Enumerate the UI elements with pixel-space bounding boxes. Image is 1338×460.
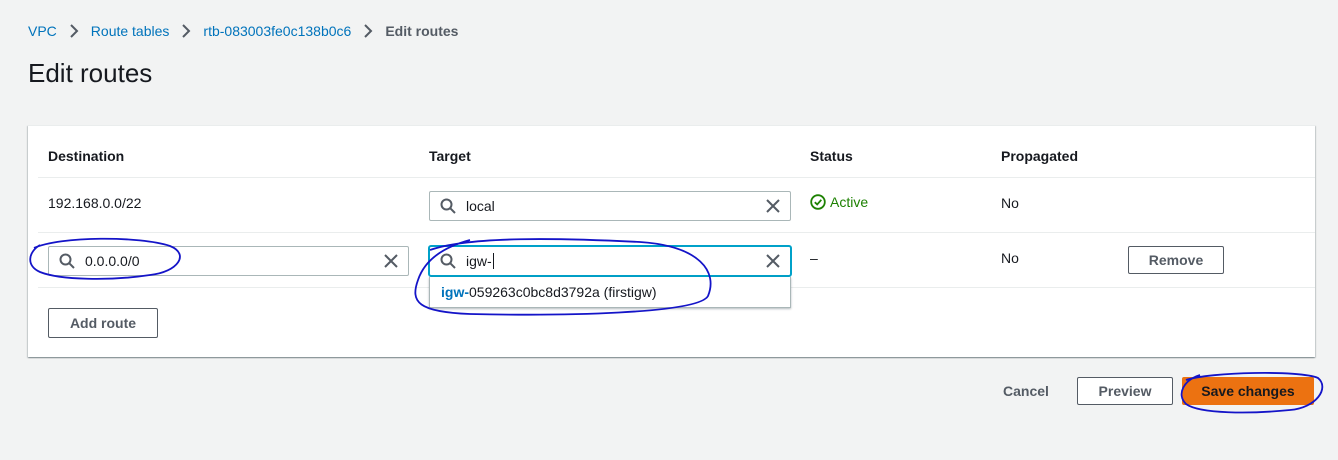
row-divider (38, 177, 1315, 178)
status-badge: Active (810, 194, 868, 210)
chevron-right-icon (357, 22, 379, 40)
check-circle-icon (810, 194, 826, 210)
breadcrumb: VPC Route tables rtb-083003fe0c138b0c6 E… (28, 22, 458, 40)
close-icon[interactable] (766, 254, 780, 268)
propagated-text: No (1001, 250, 1019, 266)
route-destination-text: 192.168.0.0/22 (48, 195, 142, 211)
option-match-text: igw- (441, 284, 469, 300)
text-caret (492, 253, 494, 269)
target-input-text: igw- (466, 253, 492, 269)
remove-button[interactable]: Remove (1128, 246, 1224, 274)
propagated-text: No (1001, 195, 1019, 211)
target-input-value: igw- (466, 253, 766, 269)
preview-button[interactable]: Preview (1077, 377, 1173, 405)
page-title: Edit routes (28, 58, 153, 88)
target-input[interactable]: igw- (429, 246, 791, 276)
search-icon (59, 253, 75, 269)
target-input[interactable]: local (429, 191, 791, 221)
column-header-status: Status (810, 148, 853, 164)
target-input-value: local (466, 198, 495, 214)
dropdown-option-igw[interactable]: igw- 059263c0bc8d3792a (firstigw) (430, 277, 790, 307)
target-dropdown: igw- 059263c0bc8d3792a (firstigw) (429, 277, 791, 308)
status-text: Active (830, 194, 869, 210)
search-icon (440, 253, 456, 269)
breadcrumb-current: Edit routes (385, 23, 459, 39)
breadcrumb-route-table-id[interactable]: rtb-083003fe0c138b0c6 (203, 23, 351, 39)
add-route-button[interactable]: Add route (48, 308, 158, 338)
column-header-target: Target (429, 148, 471, 164)
search-icon (440, 198, 456, 214)
close-icon[interactable] (766, 199, 780, 213)
save-changes-button[interactable]: Save changes (1182, 377, 1314, 405)
close-icon[interactable] (384, 254, 398, 268)
chevron-right-icon (63, 22, 85, 40)
row-divider (38, 232, 1315, 233)
status-text: – (810, 250, 818, 266)
cancel-button[interactable]: Cancel (1003, 383, 1049, 399)
destination-input-value: 0.0.0.0/0 (85, 253, 140, 269)
destination-input[interactable]: 0.0.0.0/0 (48, 246, 409, 276)
breadcrumb-route-tables[interactable]: Route tables (91, 23, 170, 39)
column-header-propagated: Propagated (1001, 148, 1079, 164)
breadcrumb-vpc[interactable]: VPC (28, 23, 57, 39)
chevron-right-icon (175, 22, 197, 40)
option-rest-text: 059263c0bc8d3792a (firstigw) (469, 284, 657, 300)
column-header-destination: Destination (48, 148, 125, 164)
routes-panel: Destination Target Status Propagated 192… (28, 125, 1315, 357)
